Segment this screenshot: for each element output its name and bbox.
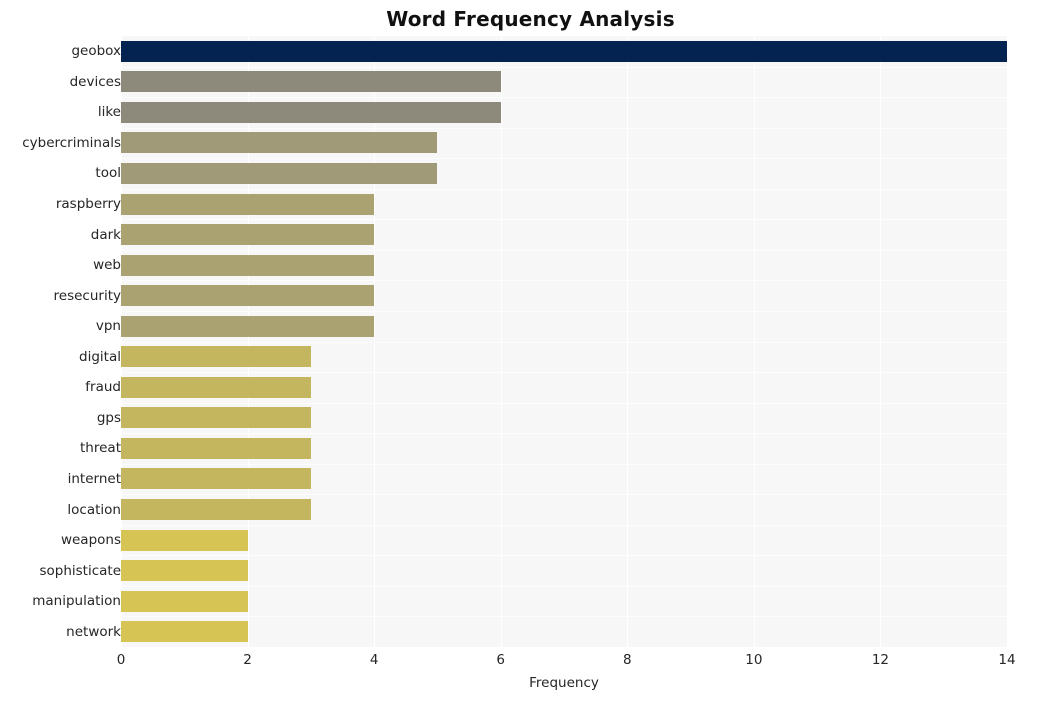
row-separator <box>121 342 1007 343</box>
bar-geobox[interactable] <box>121 40 1007 62</box>
row-separator <box>121 311 1007 312</box>
plot-area <box>121 36 1007 647</box>
bar-gps[interactable] <box>121 407 311 429</box>
x-tick-label-14: 14 <box>998 652 1016 668</box>
row-separator <box>121 403 1007 404</box>
row-separator <box>121 525 1007 526</box>
y-tick-label-vpn: vpn <box>95 318 121 335</box>
x-tick-label-12: 12 <box>871 652 890 668</box>
x-tick-label-2: 2 <box>243 652 252 668</box>
y-tick-label-geobox: geobox <box>71 43 121 60</box>
x-axis-title: Frequency <box>529 675 599 691</box>
bar-raspberry[interactable] <box>121 193 375 215</box>
row-separator <box>121 464 1007 465</box>
bar-cybercriminals[interactable] <box>121 132 438 154</box>
y-tick-label-web: web <box>93 257 121 274</box>
word-frequency-chart: Word Frequency Analysis geobox devices lik… <box>0 0 1061 701</box>
row-separator <box>121 433 1007 434</box>
y-tick-label-devices: devices <box>69 73 121 90</box>
row-separator <box>121 158 1007 159</box>
row-separator <box>121 250 1007 251</box>
bar-digital[interactable] <box>121 346 311 368</box>
row-separator <box>121 372 1007 373</box>
y-tick-label-raspberry: raspberry <box>55 196 121 213</box>
y-tick-label-sophisticate: sophisticate <box>39 562 121 579</box>
bar-fraud[interactable] <box>121 376 311 398</box>
y-axis-tick-labels: geobox devices like cybercriminals tool raspb… <box>0 36 121 647</box>
row-separator <box>121 219 1007 220</box>
row-separator <box>121 586 1007 587</box>
y-tick-label-gps: gps <box>96 409 121 426</box>
bar-internet[interactable] <box>121 468 311 490</box>
row-separator <box>121 67 1007 68</box>
y-tick-label-resecurity: resecurity <box>53 287 121 304</box>
bar-sophisticate[interactable] <box>121 560 248 582</box>
y-tick-label-manipulation: manipulation <box>32 593 121 610</box>
x-tick-label-4: 4 <box>369 652 379 668</box>
row-separator <box>121 280 1007 281</box>
row-separator <box>121 616 1007 617</box>
bar-location[interactable] <box>121 499 311 521</box>
bar-threat[interactable] <box>121 437 311 459</box>
bar-vpn[interactable] <box>121 315 375 337</box>
y-tick-label-location: location <box>67 501 121 518</box>
bar-manipulation[interactable] <box>121 590 248 612</box>
bar-network[interactable] <box>121 621 248 643</box>
y-tick-label-network: network <box>66 623 121 640</box>
bar-weapons[interactable] <box>121 529 248 551</box>
y-tick-label-weapons: weapons <box>60 532 121 549</box>
y-tick-label-internet: internet <box>67 470 121 487</box>
x-tick-label-8: 8 <box>622 652 632 668</box>
y-tick-label-cybercriminals: cybercriminals <box>22 134 121 151</box>
bar-dark[interactable] <box>121 224 375 246</box>
row-separator <box>121 189 1007 190</box>
x-tick-label-10: 10 <box>745 652 763 668</box>
row-separator <box>121 128 1007 129</box>
y-tick-label-like: like <box>97 104 121 121</box>
x-axis-tick-labels: 0 2 4 6 8 10 12 14 <box>117 652 1016 672</box>
y-tick-label-threat: threat <box>80 440 121 457</box>
bar-tool[interactable] <box>121 162 438 184</box>
bar-devices[interactable] <box>121 71 501 93</box>
y-tick-label-tool: tool <box>95 165 121 182</box>
row-separator <box>121 97 1007 98</box>
x-tick-label-6: 6 <box>496 652 505 668</box>
page-title: Word Frequency Analysis <box>386 7 675 31</box>
bar-like[interactable] <box>121 101 501 123</box>
y-tick-label-dark: dark <box>90 226 121 243</box>
row-separator <box>121 555 1007 556</box>
y-tick-label-fraud: fraud <box>85 379 121 396</box>
row-separator <box>121 494 1007 495</box>
bar-resecurity[interactable] <box>121 285 375 307</box>
bar-web[interactable] <box>121 254 375 276</box>
y-tick-label-digital: digital <box>79 348 121 365</box>
x-tick-label-0: 0 <box>116 652 126 668</box>
